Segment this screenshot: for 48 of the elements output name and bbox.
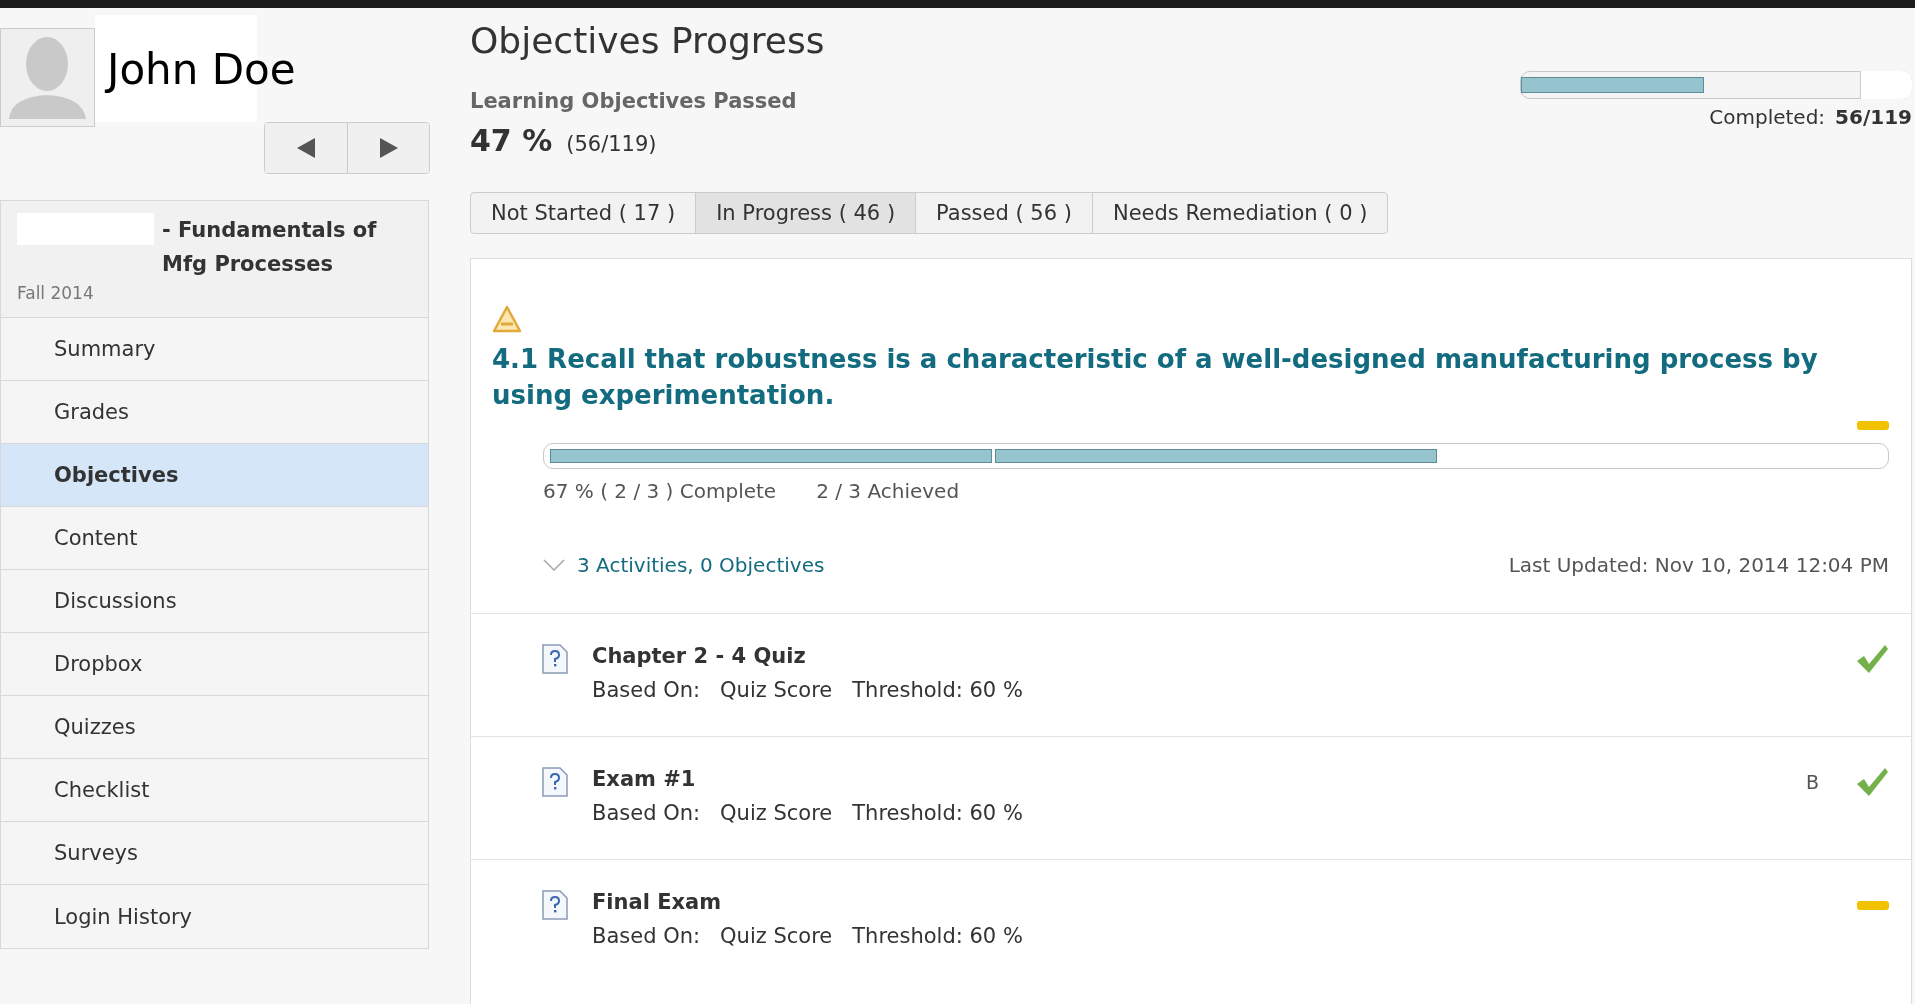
based-on-label: Based On: (592, 924, 701, 948)
based-on-value: Quiz Score (720, 801, 833, 825)
left-triangle-icon (296, 137, 316, 159)
avatar-icon (0, 28, 95, 127)
activities-toggle-link[interactable]: 3 Activities, 0 Objectives (577, 553, 825, 577)
based-on-value: Quiz Score (720, 678, 833, 702)
passed-fraction: (56/119) (566, 132, 657, 156)
page-title: Objectives Progress (470, 20, 826, 61)
quiz-document-icon (542, 767, 568, 797)
course-title: - Fundamentals of Mfg Processes (162, 217, 378, 278)
based-on-label: Based On: (592, 801, 701, 825)
filter-tab[interactable]: In Progress ( 46 ) (695, 192, 917, 234)
sidebar-item[interactable]: Surveys (1, 822, 428, 885)
sidebar-item[interactable]: Login History (1, 885, 428, 948)
complete-text: 67 % ( 2 / 3 ) Complete (543, 479, 777, 503)
completed-count: 56/119 (1835, 105, 1912, 129)
grade-text: B (1805, 771, 1819, 793)
last-updated: Last Updated: Nov 10, 2014 12:04 PM (1508, 553, 1889, 577)
sidebar-item[interactable]: Objectives (1, 444, 428, 507)
sidebar-item[interactable]: Dropbox (1, 633, 428, 696)
sidebar-item[interactable]: Content (1, 507, 428, 570)
right-triangle-icon (378, 137, 399, 159)
sidebar-item[interactable]: Summary (1, 318, 428, 381)
quiz-document-icon (542, 644, 568, 674)
completed-label: Completed: (1709, 105, 1826, 129)
previous-button[interactable] (265, 123, 347, 173)
threshold-text: Threshold: 60 % (852, 801, 1023, 825)
threshold-text: Threshold: 60 % (852, 678, 1023, 702)
activity-title: Chapter 2 - 4 Quiz (592, 644, 807, 668)
filter-tab[interactable]: Passed ( 56 ) (915, 192, 1093, 234)
achieved-text: 2 / 3 Achieved (816, 479, 960, 503)
filter-tab[interactable]: Not Started ( 17 ) (470, 192, 697, 234)
based-on-value: Quiz Score (720, 924, 833, 948)
sidebar-item[interactable]: Discussions (1, 570, 428, 633)
course-term: Fall 2014 (17, 283, 95, 303)
summary-label: Learning Objectives Passed (470, 89, 797, 113)
threshold-text: Threshold: 60 % (852, 924, 1023, 948)
activity-title: Exam #1 (592, 767, 697, 791)
sidebar-item[interactable]: Quizzes (1, 696, 428, 759)
based-on-label: Based On: (592, 678, 701, 702)
percent-passed: 47 % (470, 123, 553, 158)
next-button[interactable] (347, 123, 429, 173)
objective-title: 4.1 Recall that robustness is a characteristic of a well-designed manufacturing process by using experimentation. (492, 343, 1819, 412)
quiz-document-icon (542, 890, 568, 920)
filter-tab[interactable]: Needs Remediation ( 0 ) (1091, 192, 1389, 234)
sidebar-item[interactable]: Checklist (1, 759, 428, 822)
activity-title: Final Exam (592, 890, 723, 914)
warning-icon (492, 305, 522, 333)
